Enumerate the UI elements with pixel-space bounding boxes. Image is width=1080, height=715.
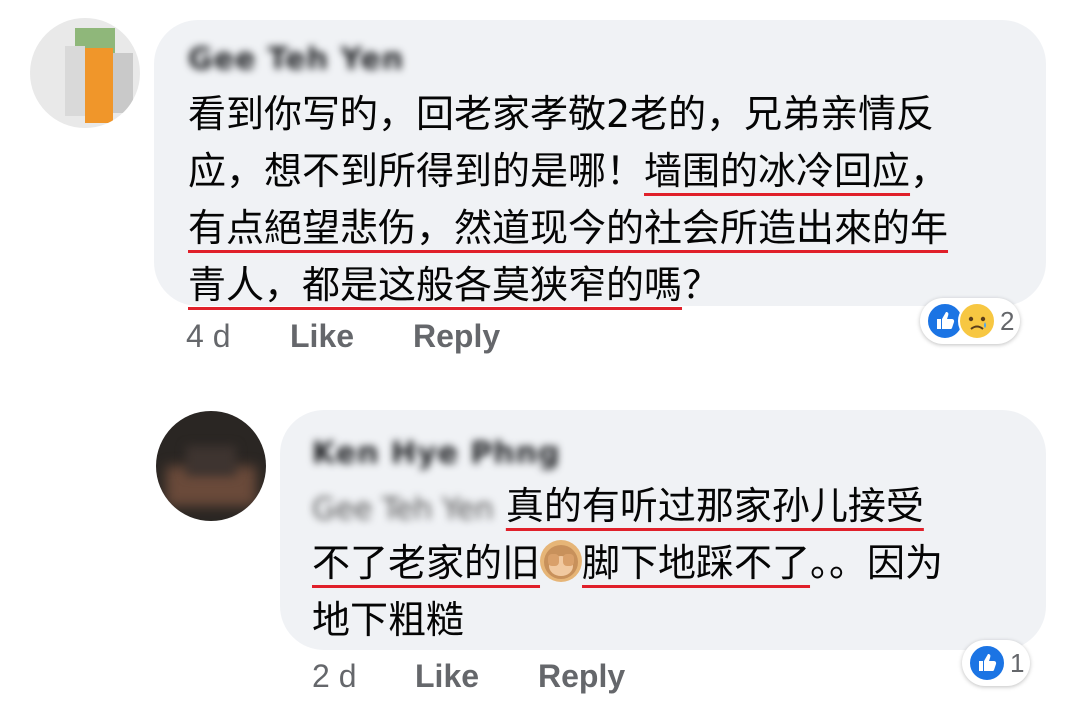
- underlined-text: 不了老家的旧: [312, 541, 541, 585]
- reply-button[interactable]: Reply: [538, 658, 625, 695]
- comment-line: 有点絕望悲伤，然道现今的社会所造出來的年: [188, 200, 948, 257]
- comment-line: 应，想不到所得到的是哪！墙围的冰冷回应，: [188, 143, 948, 200]
- comment-line: 地下粗糙: [312, 592, 464, 649]
- avatar-pixel: [113, 53, 133, 113]
- avatar-pixel: [186, 446, 236, 476]
- comment-bubble: Ken Hye Phng Gee Teh Yen 真的有听过那家孙儿接受 不了老…: [280, 410, 1046, 650]
- reaction-summary[interactable]: 1: [962, 640, 1031, 686]
- comment-line: 看到你写旳，回老家孝敬2老的，兄弟亲情反: [188, 86, 934, 143]
- reply-button[interactable]: Reply: [413, 318, 500, 355]
- comment-text: 地下粗糙: [312, 598, 465, 642]
- comment-text: ？: [682, 263, 721, 307]
- avatar[interactable]: [156, 411, 266, 521]
- timestamp[interactable]: 2 d: [312, 658, 356, 695]
- avatar[interactable]: [30, 18, 140, 128]
- underlined-text: 青人，都是这般各莫狭窄的嗎: [188, 263, 683, 307]
- mention-tag[interactable]: Gee Teh Yen: [312, 492, 494, 527]
- comment-line: 不了老家的旧 脚下地踩不了。。因为: [312, 535, 943, 592]
- underlined-text: 真的有听过那家孙儿接受: [505, 484, 924, 528]
- comment-text: 应，想不到所得到的是哪！: [188, 149, 645, 193]
- comment-text: 。。因为: [810, 541, 944, 585]
- like-button[interactable]: Like: [290, 318, 354, 355]
- comment-text: ，: [910, 149, 949, 193]
- avatar-pixel: [65, 46, 85, 116]
- underlined-text: 墙围的冰冷回应: [644, 149, 911, 193]
- see-no-evil-monkey-icon: [540, 540, 583, 582]
- timestamp[interactable]: 4 d: [186, 318, 230, 355]
- comment-author[interactable]: Ken Hye Phng: [312, 436, 561, 471]
- reaction-count: 1: [1010, 647, 1025, 678]
- like-icon: [968, 644, 1006, 682]
- like-button[interactable]: Like: [415, 658, 479, 695]
- comment-text: 看到你写旳，回老家孝敬2老的，兄弟亲情反: [188, 92, 935, 136]
- underlined-text: 有点絕望悲伤，然道现今的社会所造出來的年: [188, 206, 949, 250]
- reaction-count: 2: [1000, 305, 1015, 336]
- avatar-pixel: [85, 48, 113, 123]
- comment-author[interactable]: Gee Teh Yen: [188, 42, 404, 77]
- underlined-text: 脚下地踩不了: [582, 541, 811, 585]
- comment-line: Gee Teh Yen 真的有听过那家孙儿接受: [312, 478, 924, 538]
- reaction-summary[interactable]: 2: [920, 298, 1021, 344]
- comment-line: 青人，都是这般各莫狭窄的嗎？: [188, 257, 720, 314]
- comment-bubble: Gee Teh Yen 看到你写旳，回老家孝敬2老的，兄弟亲情反 应，想不到所得…: [154, 20, 1046, 307]
- sad-icon: [958, 302, 996, 340]
